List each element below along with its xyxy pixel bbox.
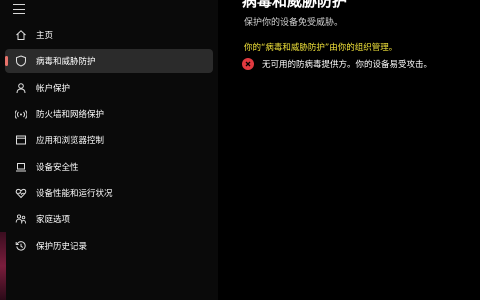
sidebar-item-app-browser-control[interactable]: 应用和浏览器控制 [5, 128, 213, 152]
sidebar-item-label: 主页 [36, 31, 54, 41]
sidebar-item-label: 帐户保护 [36, 84, 71, 94]
page-title: 病毒和威胁防护 [242, 0, 348, 10]
no-antivirus-warning: 无可用的防病毒提供方。你的设备易受攻击。 [242, 58, 432, 70]
wifi-icon [14, 107, 28, 121]
sidebar-item-label: 防火墙和网络保护 [36, 110, 105, 120]
app-window-icon [14, 133, 28, 147]
family-icon [14, 212, 28, 226]
error-message: 无可用的防病毒提供方。你的设备易受攻击。 [262, 60, 433, 70]
history-icon [14, 239, 28, 253]
page-subtitle: 保护你的设备免受威胁。 [244, 18, 344, 28]
sidebar-item-device-performance[interactable]: 设备性能和运行状况 [5, 181, 213, 205]
shield-icon [14, 54, 28, 68]
person-icon [14, 81, 28, 95]
error-icon [242, 58, 254, 70]
main-content: 病毒和威胁防护 保护你的设备免受威胁。 你的“病毒和威胁防护”由你的组织管理。 … [218, 0, 480, 300]
sidebar-item-firewall[interactable]: 防火墙和网络保护 [5, 102, 213, 126]
hamburger-menu-icon[interactable] [13, 4, 25, 14]
sidebar-item-label: 保护历史记录 [36, 242, 88, 252]
sidebar-item-protection-history[interactable]: 保护历史记录 [5, 234, 213, 258]
home-icon [14, 28, 28, 42]
sidebar-item-virus-protection[interactable]: 病毒和威胁防护 [5, 49, 213, 73]
sidebar-item-label: 应用和浏览器控制 [36, 136, 105, 146]
laptop-icon [14, 160, 28, 174]
sidebar: 主页 病毒和威胁防护 帐户保护 防火墙和网络保护 应用和浏览器控制 设备安全性 [0, 0, 218, 300]
sidebar-item-account-protection[interactable]: 帐户保护 [5, 76, 213, 100]
active-indicator [5, 56, 8, 66]
sidebar-item-home[interactable]: 主页 [5, 23, 213, 47]
sidebar-item-device-security[interactable]: 设备安全性 [5, 155, 213, 179]
sidebar-item-label: 设备性能和运行状况 [36, 189, 113, 199]
sidebar-item-label: 病毒和威胁防护 [36, 57, 96, 67]
sidebar-item-label: 家庭选项 [36, 215, 71, 225]
sidebar-item-family-options[interactable]: 家庭选项 [5, 207, 213, 231]
heart-icon [14, 186, 28, 200]
managed-by-organization-notice: 你的“病毒和威胁防护”由你的组织管理。 [244, 43, 398, 53]
sidebar-item-label: 设备安全性 [36, 163, 79, 173]
